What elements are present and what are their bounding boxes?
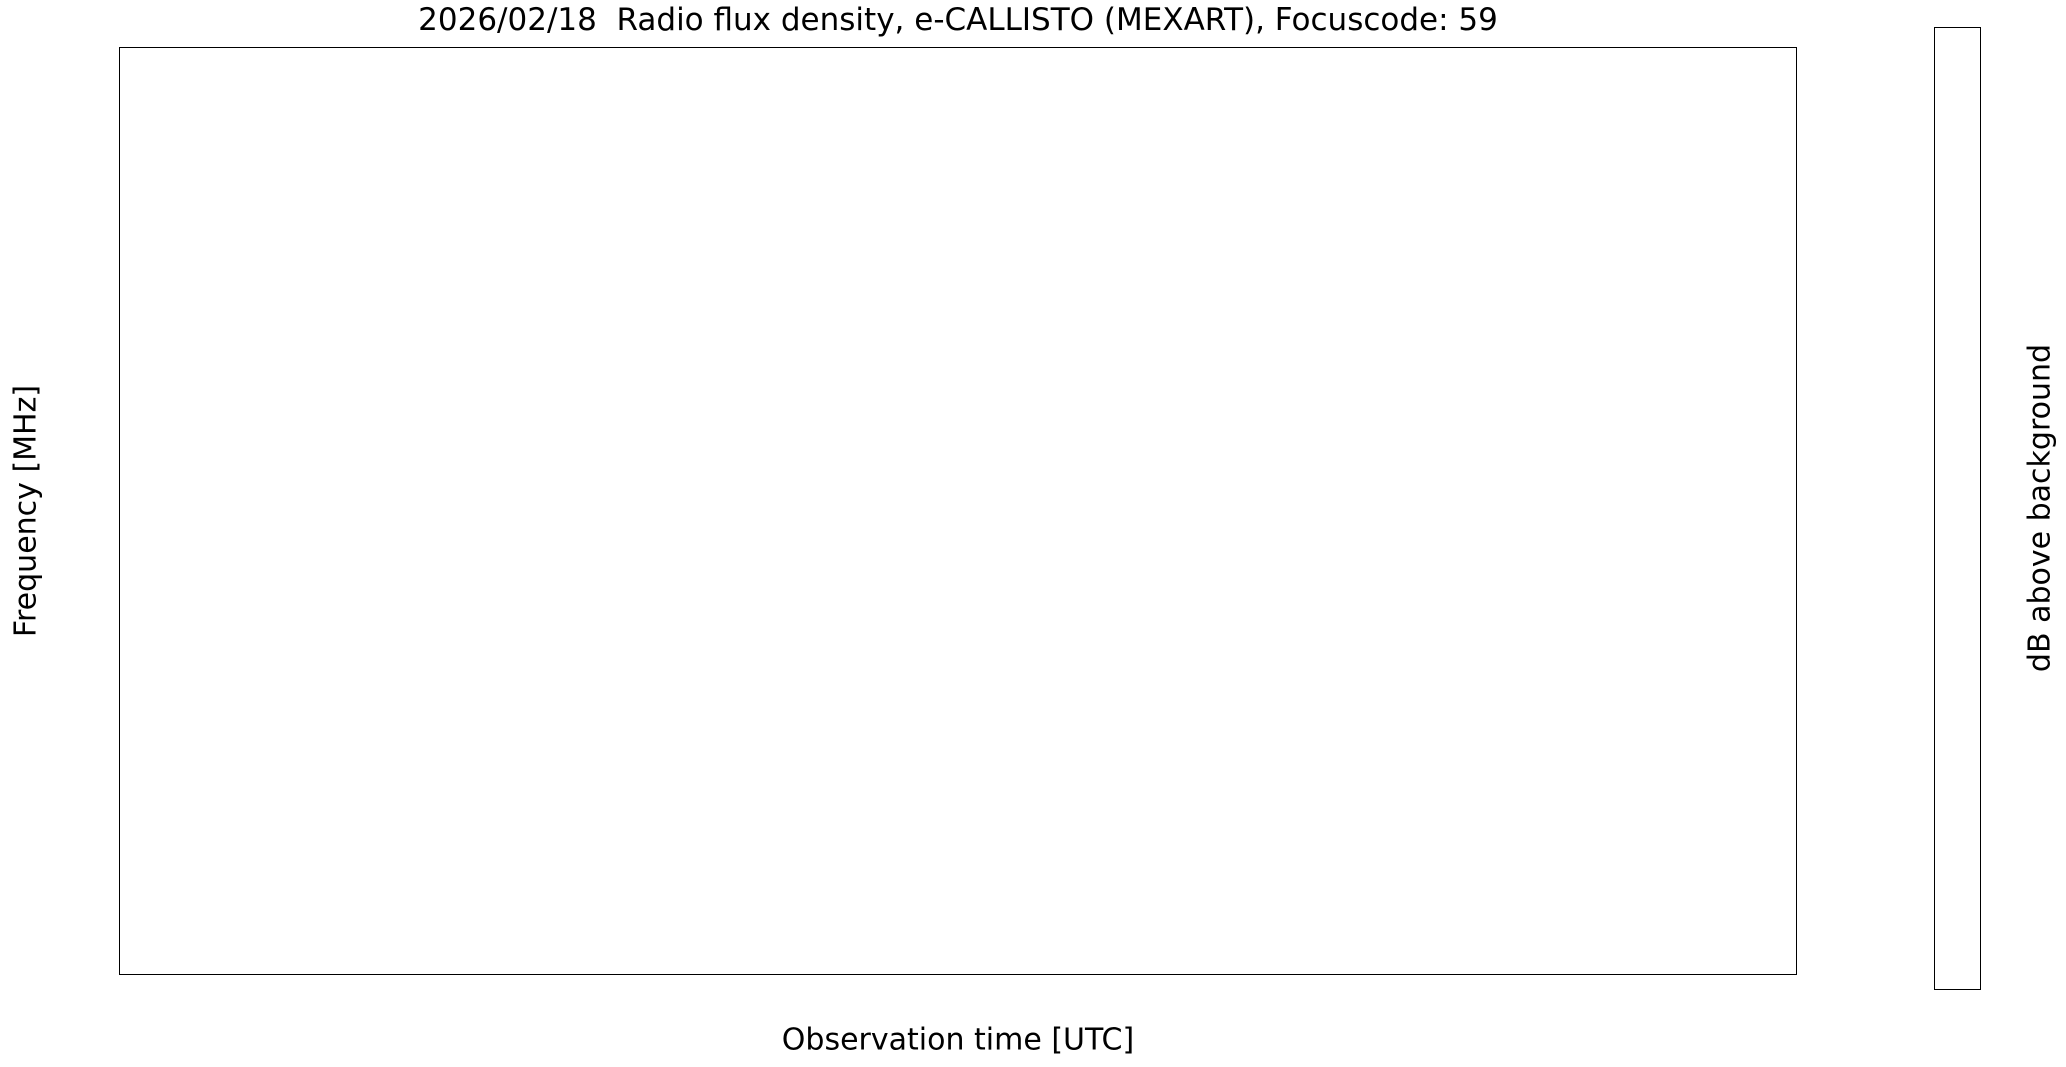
- y-axis-label: Frequency [MHz]: [8, 384, 44, 638]
- x-axis-label: Observation time [UTC]: [781, 1022, 1135, 1058]
- spectrogram-canvas: [120, 48, 1797, 975]
- chart-title: 2026/02/18 Radio flux density, e-CALLIST…: [418, 2, 1498, 38]
- colorbar-label: dB above background: [2022, 343, 2058, 673]
- colorbar-canvas: [1935, 28, 1979, 988]
- figure: 2026/02/18 Radio flux density, e-CALLIST…: [0, 0, 2066, 1067]
